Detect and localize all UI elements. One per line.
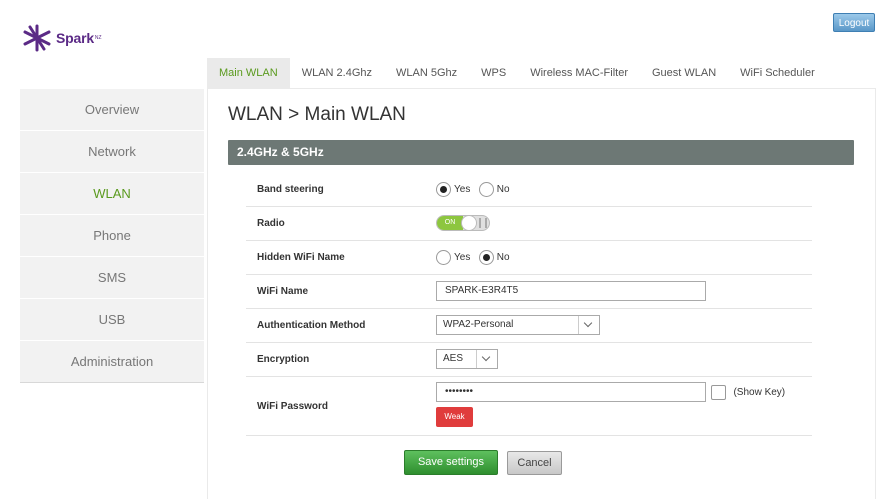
radio-toggle[interactable]: ON <box>436 215 490 231</box>
wifi-name-row: WiFi Name SPARK-E3R4T5 <box>246 275 812 309</box>
radio-toggle-knob <box>461 215 477 231</box>
show-key-label: (Show Key) <box>733 387 786 399</box>
tab-bar: Main WLAN WLAN 2.4Ghz WLAN 5Ghz WPS Wire… <box>207 58 827 88</box>
sidebar-item-wlan[interactable]: WLAN <box>20 173 204 215</box>
band-steering-no-radio[interactable] <box>478 182 494 198</box>
hidden-wifi-options: Yes No <box>436 249 514 267</box>
band-steering-yes-label: Yes <box>454 184 471 196</box>
sidebar-item-sms[interactable]: SMS <box>20 257 204 299</box>
band-steering-row: Band steering Yes No <box>246 173 812 207</box>
tab-main-wlan[interactable]: Main WLAN <box>207 58 290 88</box>
encryption-label: Encryption <box>257 354 310 365</box>
tab-wifi-scheduler[interactable]: WiFi Scheduler <box>728 58 827 88</box>
wifi-password-row: WiFi Password •••••••• (Show Key) Weak <box>246 377 812 436</box>
auth-method-label: Authentication Method <box>257 320 366 331</box>
sidebar-item-network[interactable]: Network <box>20 131 204 173</box>
wifi-name-input[interactable]: SPARK-E3R4T5 <box>436 281 706 301</box>
sidebar-item-phone[interactable]: Phone <box>20 215 204 257</box>
show-key-group: (Show Key) <box>711 384 789 402</box>
chevron-down-icon <box>476 350 497 368</box>
logout-button[interactable]: Logout <box>833 13 875 32</box>
auth-method-select[interactable]: WPA2-Personal <box>436 315 600 335</box>
radio-toggle-state: ON <box>437 216 463 230</box>
spark-star-icon <box>23 24 51 52</box>
brand-suffix: NZ <box>94 35 102 41</box>
tab-wps[interactable]: WPS <box>469 58 518 88</box>
tab-guest-wlan[interactable]: Guest WLAN <box>640 58 728 88</box>
tab-wlan-24ghz[interactable]: WLAN 2.4Ghz <box>290 58 384 88</box>
tab-wlan-5ghz[interactable]: WLAN 5Ghz <box>384 58 469 88</box>
radio-toggle-grip <box>479 218 487 228</box>
brand-name: Spark <box>56 30 94 46</box>
radio-row: Radio ON <box>246 207 812 241</box>
save-settings-button[interactable]: Save settings <box>404 450 498 475</box>
band-steering-options: Yes No <box>436 181 514 199</box>
hidden-wifi-no-label: No <box>496 252 510 264</box>
wifi-password-input[interactable]: •••••••• <box>436 382 706 402</box>
encryption-value: AES <box>443 353 464 364</box>
band-steering-label: Band steering <box>257 184 324 195</box>
show-key-checkbox[interactable] <box>711 385 726 401</box>
hidden-wifi-yes-radio[interactable] <box>436 250 451 266</box>
section-header: 2.4GHz & 5GHz <box>228 140 854 165</box>
sidebar-item-overview[interactable]: Overview <box>20 89 204 131</box>
hidden-wifi-row: Hidden WiFi Name Yes No <box>246 241 812 275</box>
spark-logo: Spark NZ <box>22 24 102 52</box>
hidden-wifi-yes-label: Yes <box>454 252 471 264</box>
sidebar-item-administration[interactable]: Administration <box>20 341 204 383</box>
band-steering-yes-radio[interactable] <box>436 182 451 198</box>
band-steering-no-label: No <box>496 184 510 196</box>
hidden-wifi-no-radio[interactable] <box>478 250 494 266</box>
sidebar-item-usb[interactable]: USB <box>20 299 204 341</box>
sidebar: Overview Network WLAN Phone SMS USB Admi… <box>20 89 204 383</box>
chevron-down-icon <box>578 316 599 334</box>
radio-label: Radio <box>257 218 285 229</box>
cancel-button[interactable]: Cancel <box>507 451 562 475</box>
tab-wireless-mac-filter[interactable]: Wireless MAC-Filter <box>518 58 640 88</box>
password-strength-badge: Weak <box>436 407 473 427</box>
page-title: WLAN > Main WLAN <box>228 104 406 125</box>
wifi-name-label: WiFi Name <box>257 286 309 297</box>
auth-method-row: Authentication Method WPA2-Personal <box>246 309 812 343</box>
wifi-password-label: WiFi Password <box>257 401 329 412</box>
encryption-row: Encryption AES <box>246 343 812 377</box>
encryption-select[interactable]: AES <box>436 349 498 369</box>
auth-method-value: WPA2-Personal <box>443 319 514 330</box>
hidden-wifi-label: Hidden WiFi Name <box>257 252 345 263</box>
